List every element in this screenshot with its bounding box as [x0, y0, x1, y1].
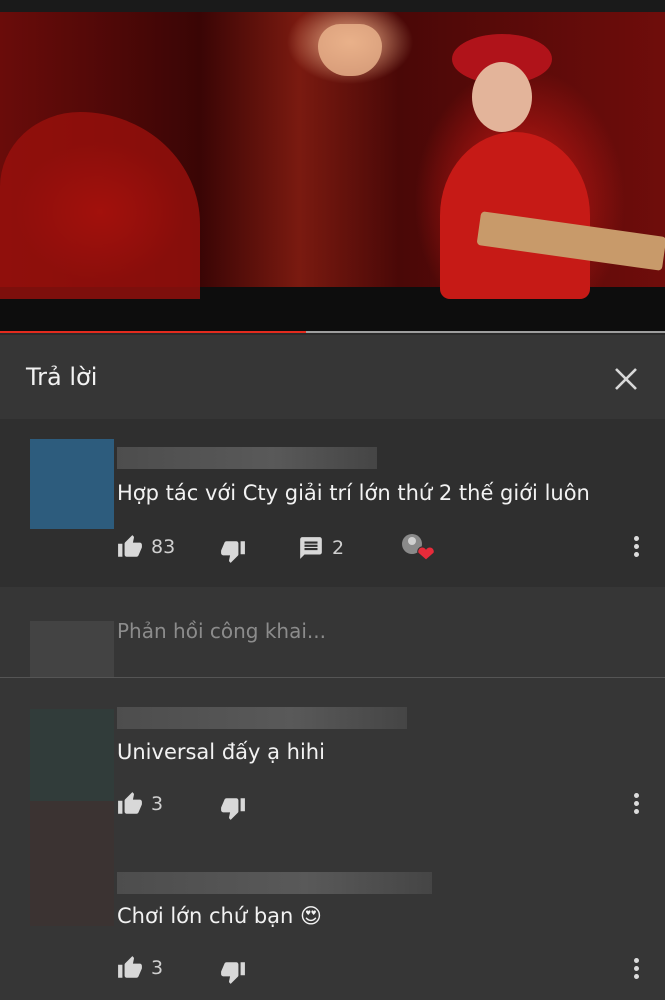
- like-count: 83: [151, 536, 176, 558]
- reply-avatar[interactable]: [30, 709, 114, 801]
- thumbs-down-icon: [221, 798, 245, 820]
- video-frame[interactable]: [0, 12, 665, 299]
- close-icon: [615, 368, 637, 390]
- reply-more-options-button[interactable]: [631, 790, 641, 816]
- more-dot: [633, 544, 639, 549]
- comment-author-name[interactable]: [117, 447, 377, 469]
- more-dot: [633, 801, 639, 806]
- reply-like-count: 3: [151, 793, 164, 815]
- creator-heart-badge: [400, 532, 438, 562]
- more-dot: [633, 966, 639, 971]
- replies-panel: Trả lời Hợp tác với Cty giải trí lớn thứ…: [0, 335, 665, 1000]
- video-player[interactable]: [0, 0, 665, 333]
- thumbs-up-icon: [118, 535, 142, 557]
- like-button[interactable]: 83: [117, 534, 175, 560]
- reply-count: 2: [332, 537, 345, 559]
- avatar[interactable]: [30, 439, 114, 529]
- reply-like-count: 3: [151, 957, 164, 979]
- more-dot: [633, 536, 639, 541]
- reply-text: Universal đấy ạ hihi: [117, 740, 325, 764]
- reply-button[interactable]: 2: [298, 535, 344, 561]
- video-progress-fill: [0, 331, 306, 333]
- foreground-figure: [0, 112, 200, 299]
- comment-text: Hợp tác với Cty giải trí lớn thứ 2 thế g…: [117, 481, 590, 505]
- replies-header: Trả lời: [0, 335, 665, 419]
- more-dot: [633, 974, 639, 979]
- thumbs-down-icon: [221, 541, 245, 563]
- dislike-button[interactable]: [220, 538, 254, 564]
- reply-like-button[interactable]: 3: [117, 791, 163, 817]
- more-options-button[interactable]: [631, 533, 641, 559]
- heart-icon: [402, 534, 435, 561]
- more-dot: [633, 958, 639, 963]
- more-dot: [633, 552, 639, 557]
- current-user-avatar: [30, 621, 114, 677]
- video-top-bar: [0, 0, 665, 12]
- reply-author-name[interactable]: [117, 707, 407, 729]
- reply-input[interactable]: Phản hồi công khai...: [117, 619, 326, 643]
- reply-input-area: Phản hồi công khai...: [0, 587, 665, 678]
- reply-more-options-button[interactable]: [631, 955, 641, 981]
- reply-like-button[interactable]: 3: [117, 955, 163, 981]
- lantern: [318, 24, 382, 76]
- reply-dislike-button[interactable]: [220, 795, 254, 821]
- more-dot: [633, 809, 639, 814]
- reply-dislike-button[interactable]: [220, 959, 254, 985]
- performer-head: [472, 62, 532, 132]
- comment-icon: [300, 537, 322, 559]
- reply-text: Chơi lớn chứ bạn 😍: [117, 904, 322, 928]
- thumbs-up-icon: [118, 792, 142, 814]
- thumbs-down-icon: [221, 962, 245, 984]
- reply-avatar[interactable]: [30, 801, 114, 926]
- close-button[interactable]: [608, 361, 644, 397]
- thumbs-up-icon: [118, 956, 142, 978]
- more-dot: [633, 793, 639, 798]
- panel-title: Trả lời: [26, 363, 98, 391]
- top-comment: Hợp tác với Cty giải trí lớn thứ 2 thế g…: [0, 419, 665, 587]
- reply-author-name[interactable]: [117, 872, 432, 894]
